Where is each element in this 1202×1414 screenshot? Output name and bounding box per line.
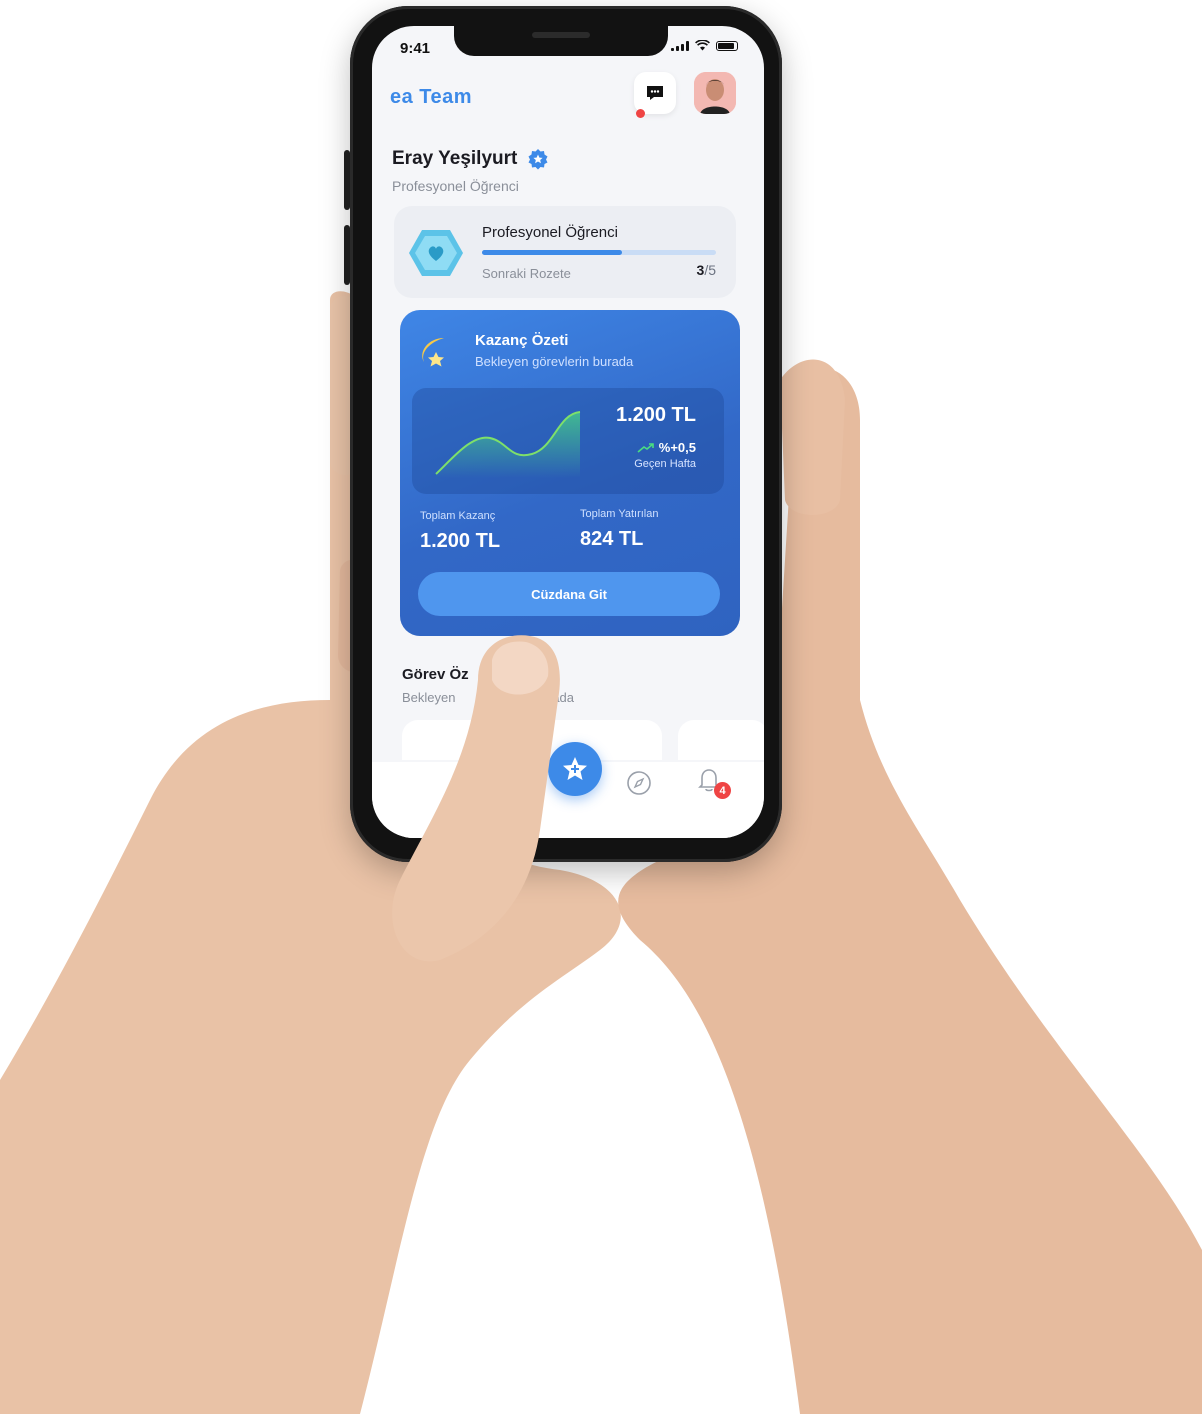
tasks-subtitle-right: rada bbox=[548, 690, 575, 705]
status-icons bbox=[671, 40, 738, 51]
task-card[interactable] bbox=[678, 720, 764, 760]
chart-change: %+0,5 bbox=[637, 440, 696, 455]
badge-card[interactable]: Profesyonel Öğrenci Sonraki Rozete 3/5 bbox=[394, 206, 736, 298]
side-button bbox=[344, 150, 350, 210]
verified-badge-icon bbox=[528, 149, 548, 170]
notch bbox=[454, 26, 668, 56]
trend-up-icon bbox=[637, 442, 654, 453]
status-time: 9:41 bbox=[400, 40, 431, 57]
battery-icon bbox=[716, 40, 738, 51]
badge-progress-bar bbox=[482, 250, 716, 255]
star-plus-icon bbox=[563, 757, 587, 780]
chart-period: Geçen Hafta bbox=[634, 458, 696, 470]
nav-fab-button[interactable] bbox=[548, 742, 602, 796]
badge-next-label: Sonraki Rozete bbox=[482, 266, 571, 281]
avatar[interactable] bbox=[694, 72, 736, 114]
chat-bubble-icon bbox=[647, 86, 663, 100]
task-card[interactable] bbox=[402, 720, 662, 760]
shooting-star-icon bbox=[422, 338, 444, 367]
earnings-card: Kazanç Özeti Bekleyen görevlerin burada … bbox=[400, 310, 740, 636]
badge-title: Profesyonel Öğrenci bbox=[482, 224, 618, 241]
user-role: Profesyonel Öğrenci bbox=[392, 178, 519, 194]
tasks-subtitle-left: Bekleyen bbox=[402, 690, 456, 705]
total-invested-label: Toplam Yatırılan bbox=[580, 508, 659, 520]
chart-amount: 1.200 TL bbox=[615, 404, 696, 426]
badge-count: 3/5 bbox=[697, 262, 716, 278]
earnings-subtitle: Bekleyen görevlerin burada bbox=[475, 354, 634, 369]
signal-icon bbox=[671, 40, 689, 51]
side-button bbox=[344, 225, 350, 285]
badge-total: 5 bbox=[708, 262, 716, 278]
chat-button[interactable] bbox=[634, 72, 676, 114]
phone-screen: 9:41 ea Team Eray Yeşilyurt Profesyonel … bbox=[372, 26, 764, 838]
total-earned-value: 1.200 TL bbox=[420, 530, 501, 552]
user-name-text: Eray Yeşilyurt bbox=[392, 148, 518, 169]
earnings-chart-panel: 1.200 TL %+0,5 Geçen Hafta bbox=[412, 388, 724, 494]
earnings-title: Kazanç Özeti bbox=[475, 332, 569, 349]
trend-chart bbox=[435, 411, 581, 478]
user-name: Eray Yeşilyurt bbox=[392, 148, 549, 170]
total-invested-value: 824 TL bbox=[580, 528, 644, 550]
heart-hexagon-icon bbox=[409, 230, 463, 276]
badge-progress-fill bbox=[482, 250, 623, 255]
app-logo[interactable]: ea Team bbox=[390, 86, 472, 109]
tasks-title: Görev Öz bbox=[402, 666, 469, 683]
total-earned-label: Toplam Kazanç bbox=[420, 510, 496, 522]
notification-dot bbox=[636, 109, 645, 118]
chart-change-value: %+0,5 bbox=[658, 440, 696, 455]
compass-icon[interactable] bbox=[626, 770, 652, 796]
wifi-icon bbox=[695, 40, 710, 51]
notification-badge: 4 bbox=[714, 782, 731, 799]
wallet-button[interactable]: Cüzdana Git bbox=[418, 572, 720, 616]
